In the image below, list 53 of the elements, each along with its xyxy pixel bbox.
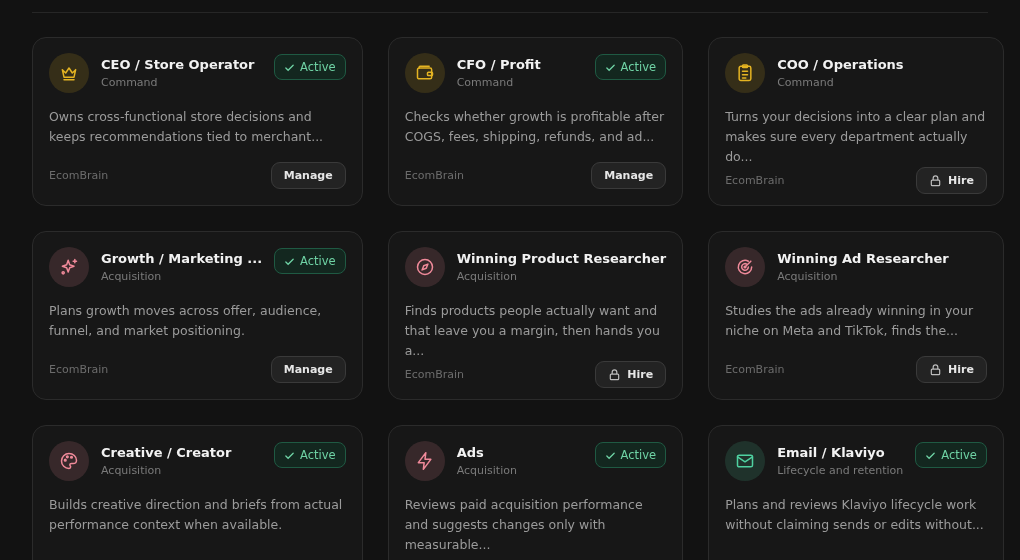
vendor-name: EcomBrain: [404, 368, 464, 381]
mail-icon: [735, 451, 756, 471]
agent-category: Acquisition: [777, 270, 839, 283]
wallet-icon: [414, 63, 435, 83]
agent-category: Acquisition: [456, 270, 518, 283]
vendor-name: EcomBrain: [725, 363, 785, 376]
vendor-name: EcomBrain: [49, 363, 109, 376]
agent-title: Creative / Creator: [101, 445, 233, 460]
agent-description: Reviews paid acquisition performance and suggests changes only with measurable...: [404, 496, 644, 554]
hire-button[interactable]: Hire: [916, 356, 987, 383]
status-label: Active: [620, 448, 657, 462]
agent-description: Finds products people actually want and that leave you a margin, then hands you a...: [404, 302, 661, 360]
vendor-name: EcomBrain: [725, 174, 785, 187]
agent-title: Winning Product Researcher: [456, 251, 667, 266]
agent-category: Lifecycle and retention: [777, 464, 904, 477]
status-label: Active: [941, 448, 977, 462]
status-label: Active: [300, 254, 336, 268]
agent-title: CEO / Store Operator: [101, 57, 256, 72]
compass-icon: [414, 257, 435, 277]
status-label: Active: [300, 60, 336, 74]
agent-description: Builds creative direction and briefs from actual performance context when available.: [49, 496, 344, 534]
agent-title: Growth / Marketing ...: [101, 251, 263, 266]
lock-icon: [608, 368, 622, 381]
manage-button[interactable]: Manage: [591, 162, 667, 189]
agent-category: Acquisition: [101, 270, 163, 283]
hire-button[interactable]: Hire: [916, 167, 987, 194]
agent-description: Owns cross-functional store decisions and keeps recommendations tied to merchant...: [49, 108, 325, 146]
agent-title: Email / Klaviyo: [777, 445, 886, 460]
hire-button[interactable]: Hire: [595, 361, 667, 388]
agent-description: Plans and reviews Klaviyo lifecycle work without claiming sends or edits without...: [725, 496, 985, 534]
status-label: Active: [620, 60, 657, 74]
manage-button[interactable]: Manage: [270, 356, 346, 383]
agent-title: CFO / Profit: [456, 57, 542, 72]
agent-title: COO / Operations: [777, 57, 905, 72]
status-label: Active: [300, 448, 336, 462]
vendor-name: EcomBrain: [404, 169, 464, 182]
agent-description: Turns your decisions into a clear plan and makes sure every department actually do...: [725, 108, 987, 166]
agent-description: Studies the ads already winning in your niche on Meta and TikTok, finds the...: [725, 302, 975, 340]
agent-title: Ads: [456, 445, 485, 460]
agent-category: Acquisition: [456, 464, 518, 477]
agent-category: Acquisition: [101, 464, 163, 477]
agent-category: Command: [456, 76, 515, 89]
agent-category: Command: [101, 76, 159, 89]
lock-icon: [929, 174, 942, 187]
manage-button[interactable]: Manage: [270, 162, 346, 189]
agent-description: Plans growth moves across offer, audience, funnel, and market positioning.: [49, 302, 323, 340]
vendor-name: EcomBrain: [49, 169, 109, 182]
agent-description: Checks whether growth is profitable after COGS, fees, shipping, refunds, and ad...: [404, 108, 666, 146]
palette-icon: [59, 451, 79, 471]
lock-icon: [929, 363, 942, 376]
agent-title: Winning Ad Researcher: [777, 251, 950, 266]
agent-category: Command: [777, 76, 835, 89]
sparkle-icon: [59, 257, 79, 277]
